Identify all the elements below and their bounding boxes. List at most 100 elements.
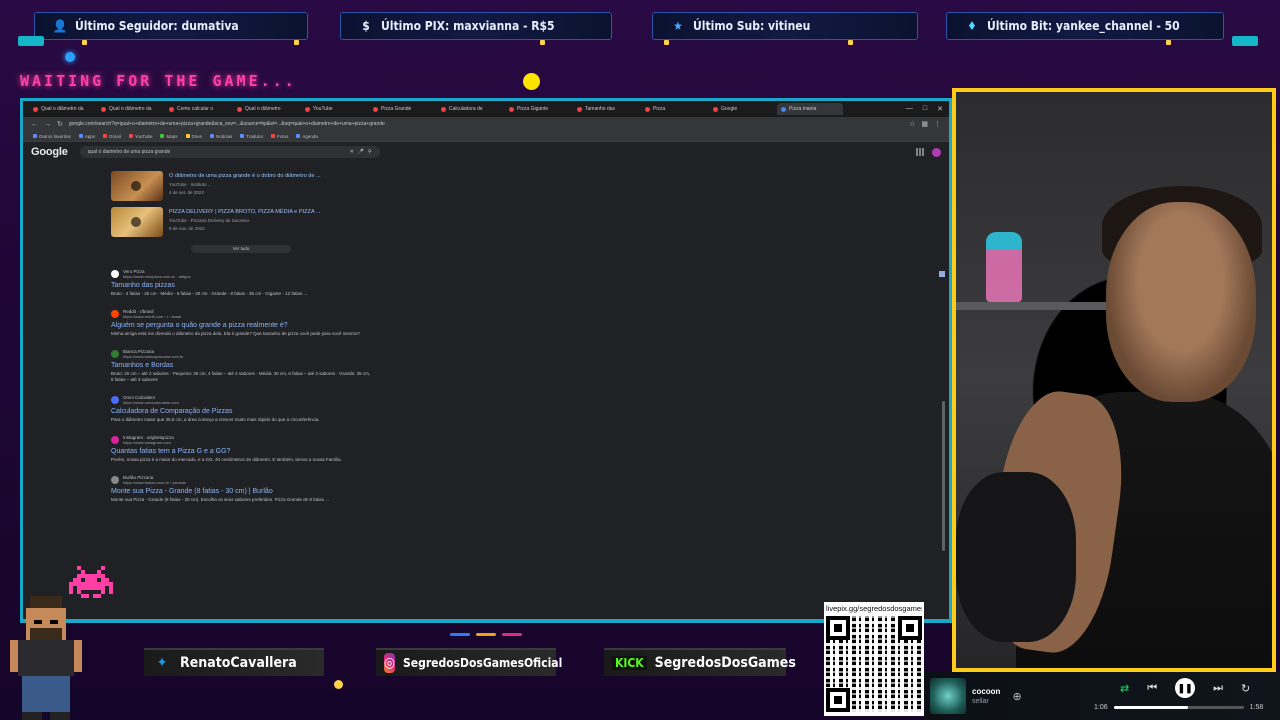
star-icon: ★ [673, 19, 683, 33]
result-source[interactable]: Instagram · arighetapizza https://www.ins… [111, 435, 371, 445]
player-controls: ⇄ ⏮ ❚❚ ⏭ ↻ [1120, 678, 1250, 698]
bookmark-item[interactable]: Notícias [210, 134, 232, 139]
progress-bar[interactable] [1113, 706, 1244, 709]
bookmark-item[interactable]: Fotos [271, 134, 288, 139]
browser-tab[interactable]: Tamanho das [573, 103, 639, 115]
page-scrollbar[interactable] [942, 401, 945, 551]
menu-icon[interactable]: ⋮ [934, 120, 941, 128]
result-source[interactable]: Vero Pizza https://www.veropizza.com.br ·… [111, 269, 371, 279]
pause-button[interactable]: ❚❚ [1175, 678, 1196, 698]
result-source[interactable]: Reddit · r/brasil https://www.reddit.com … [111, 309, 371, 319]
result-title[interactable]: Tamanho das pizzas [111, 282, 371, 289]
browser-tab[interactable]: YouTube [301, 103, 367, 115]
browser-tab[interactable]: Google [709, 103, 775, 115]
result-snippet: Broto: 20 cm – até 2 sabores · Pequena: … [111, 371, 371, 382]
site-favicon [111, 350, 119, 358]
result-source[interactable]: Omni Calculator https://www.omnicalculato… [111, 395, 371, 405]
video-thumbnail[interactable] [111, 171, 163, 201]
add-icon[interactable]: ⊕ [1012, 690, 1021, 703]
social-twitter: ✦ RenatoCavallera [144, 648, 324, 676]
browser-tab[interactable]: Qual o diâmetro da [29, 103, 95, 115]
browser-tab[interactable]: Como calcular o [165, 103, 231, 115]
result-title[interactable]: Calculadora de Comparação de Pizzas [111, 408, 371, 415]
previous-icon[interactable]: ⏮ [1147, 682, 1157, 695]
bookmarks-bar: Outros favoritos Apps Gmail YouTube Maps… [23, 131, 949, 142]
browser-tab[interactable]: Qual o diâmetro [233, 103, 299, 115]
video-meta: YouTube · Instituto ... [169, 182, 212, 187]
result-title[interactable]: Alguém se pergunta o quão grande a pizza… [111, 322, 371, 329]
total-time: 1:58 [1249, 704, 1264, 711]
extensions-icon[interactable]: ▦ [921, 120, 928, 128]
track-title: cocoon [972, 687, 1001, 696]
google-logo[interactable]: Google [31, 146, 68, 158]
browser-tab[interactable]: Pizza [641, 103, 707, 115]
tab-favicon [509, 106, 514, 112]
maximize-icon[interactable]: □ [923, 105, 927, 113]
shuffle-icon[interactable]: ⇄ [1120, 682, 1129, 695]
result-title[interactable]: Quantas fatias tem a Pizza G e a GG? [111, 448, 371, 455]
social-kick: KICK SegredosDosGames [604, 648, 796, 676]
bookmark-item[interactable]: Agenda [296, 134, 318, 139]
bookmark-item[interactable]: YouTube [128, 134, 152, 139]
forward-icon[interactable]: → [44, 121, 51, 128]
search-result: Burlão Pizzaria https://www.burlao.com.br… [111, 475, 371, 503]
qr-finder [826, 616, 850, 640]
progress-fill [1113, 706, 1188, 709]
decor-dot [82, 40, 87, 45]
result-source[interactable]: Burlão Pizzaria https://www.burlao.com.br… [111, 475, 371, 485]
browser-tab[interactable]: Calculadora de [437, 103, 503, 115]
back-icon[interactable]: ← [31, 121, 38, 128]
video-thumbnail[interactable] [111, 207, 163, 237]
bookmark-item[interactable]: Maps [160, 134, 178, 139]
video-date: 4 de set. de 2023 [169, 190, 204, 195]
apps-grid-icon[interactable] [916, 148, 924, 156]
bookmark-item[interactable]: Outros favoritos [33, 134, 71, 139]
result-title[interactable]: Tamanhos e Bordas [111, 362, 371, 369]
bookmark-item[interactable]: Gmail [103, 134, 121, 139]
result-snippet: Monte sua Pizza - Grande (8 fatias - 30 … [111, 497, 329, 502]
result-source[interactable]: Bianca Pizzaria https://www.biancapizzari… [111, 349, 371, 359]
sidebar-marker-icon[interactable] [939, 271, 945, 277]
bookmark-item[interactable]: Drive [185, 134, 202, 139]
search-icon[interactable]: ⚲ [368, 149, 372, 155]
tab-favicon [237, 106, 242, 112]
decor-dot [334, 680, 343, 689]
search-result: Instagram · arighetapizza https://www.ins… [111, 435, 371, 463]
video-title[interactable]: PIZZA DELIVERY | PIZZA BROTO, PIZZA MÉDI… [169, 209, 321, 215]
video-result[interactable]: O diâmetro de uma pizza grande é o dobro… [111, 171, 371, 201]
browser-tab[interactable]: Pizza Grande [369, 103, 435, 115]
browser-tab[interactable]: Qual o diâmetro da [97, 103, 163, 115]
tab-favicon [169, 106, 174, 112]
result-title[interactable]: Monte sua Pizza - Grande (8 fatias - 30 … [111, 488, 371, 495]
elapsed-time: 1:06 [1094, 704, 1108, 711]
site-favicon [111, 436, 119, 444]
browser-tab[interactable]: Pizza Gigante [505, 103, 571, 115]
see-all-button[interactable]: Ver tudo [191, 245, 291, 253]
webcam-feed [952, 88, 1276, 672]
minimize-icon[interactable]: — [906, 105, 913, 113]
alert-last-sub: ★ Último Sub: vitineu [652, 12, 918, 40]
bookmark-item[interactable]: Apps [78, 134, 95, 139]
tab-favicon [441, 106, 446, 112]
search-input[interactable]: qual o diametro de uma pizza grande ✕ 🎤 … [79, 146, 380, 158]
video-title[interactable]: O diâmetro de uma pizza grande é o dobro… [169, 173, 321, 179]
video-result[interactable]: PIZZA DELIVERY | PIZZA BROTO, PIZZA MÉDI… [111, 207, 371, 237]
site-favicon [111, 310, 119, 318]
mic-icon[interactable]: 🎤 [358, 149, 364, 155]
avatar[interactable] [932, 147, 941, 157]
search-result: Reddit · r/brasil https://www.reddit.com … [111, 309, 371, 337]
repeat-icon[interactable]: ↻ [1241, 682, 1250, 695]
next-icon[interactable]: ⏭ [1213, 682, 1223, 695]
decor-dot [664, 40, 669, 45]
social-handle: RenatoCavallera [180, 655, 297, 671]
bookmark-item[interactable]: Tradutor [240, 134, 263, 139]
indicator [502, 633, 522, 636]
reload-icon[interactable]: ↻ [57, 120, 63, 128]
alert-label: Último Sub: vitineu [693, 19, 811, 33]
browser-tab-active[interactable]: Pizza mania [777, 103, 843, 115]
clear-icon[interactable]: ✕ [350, 149, 354, 155]
url-field[interactable]: google.com/search?q=qual+o+diametro+de+u… [69, 121, 903, 127]
bookmark-star-icon[interactable]: ☆ [909, 120, 915, 128]
alert-label: Último Bit: yankee_channel - 50 [987, 19, 1180, 33]
close-icon[interactable]: ✕ [937, 105, 943, 113]
